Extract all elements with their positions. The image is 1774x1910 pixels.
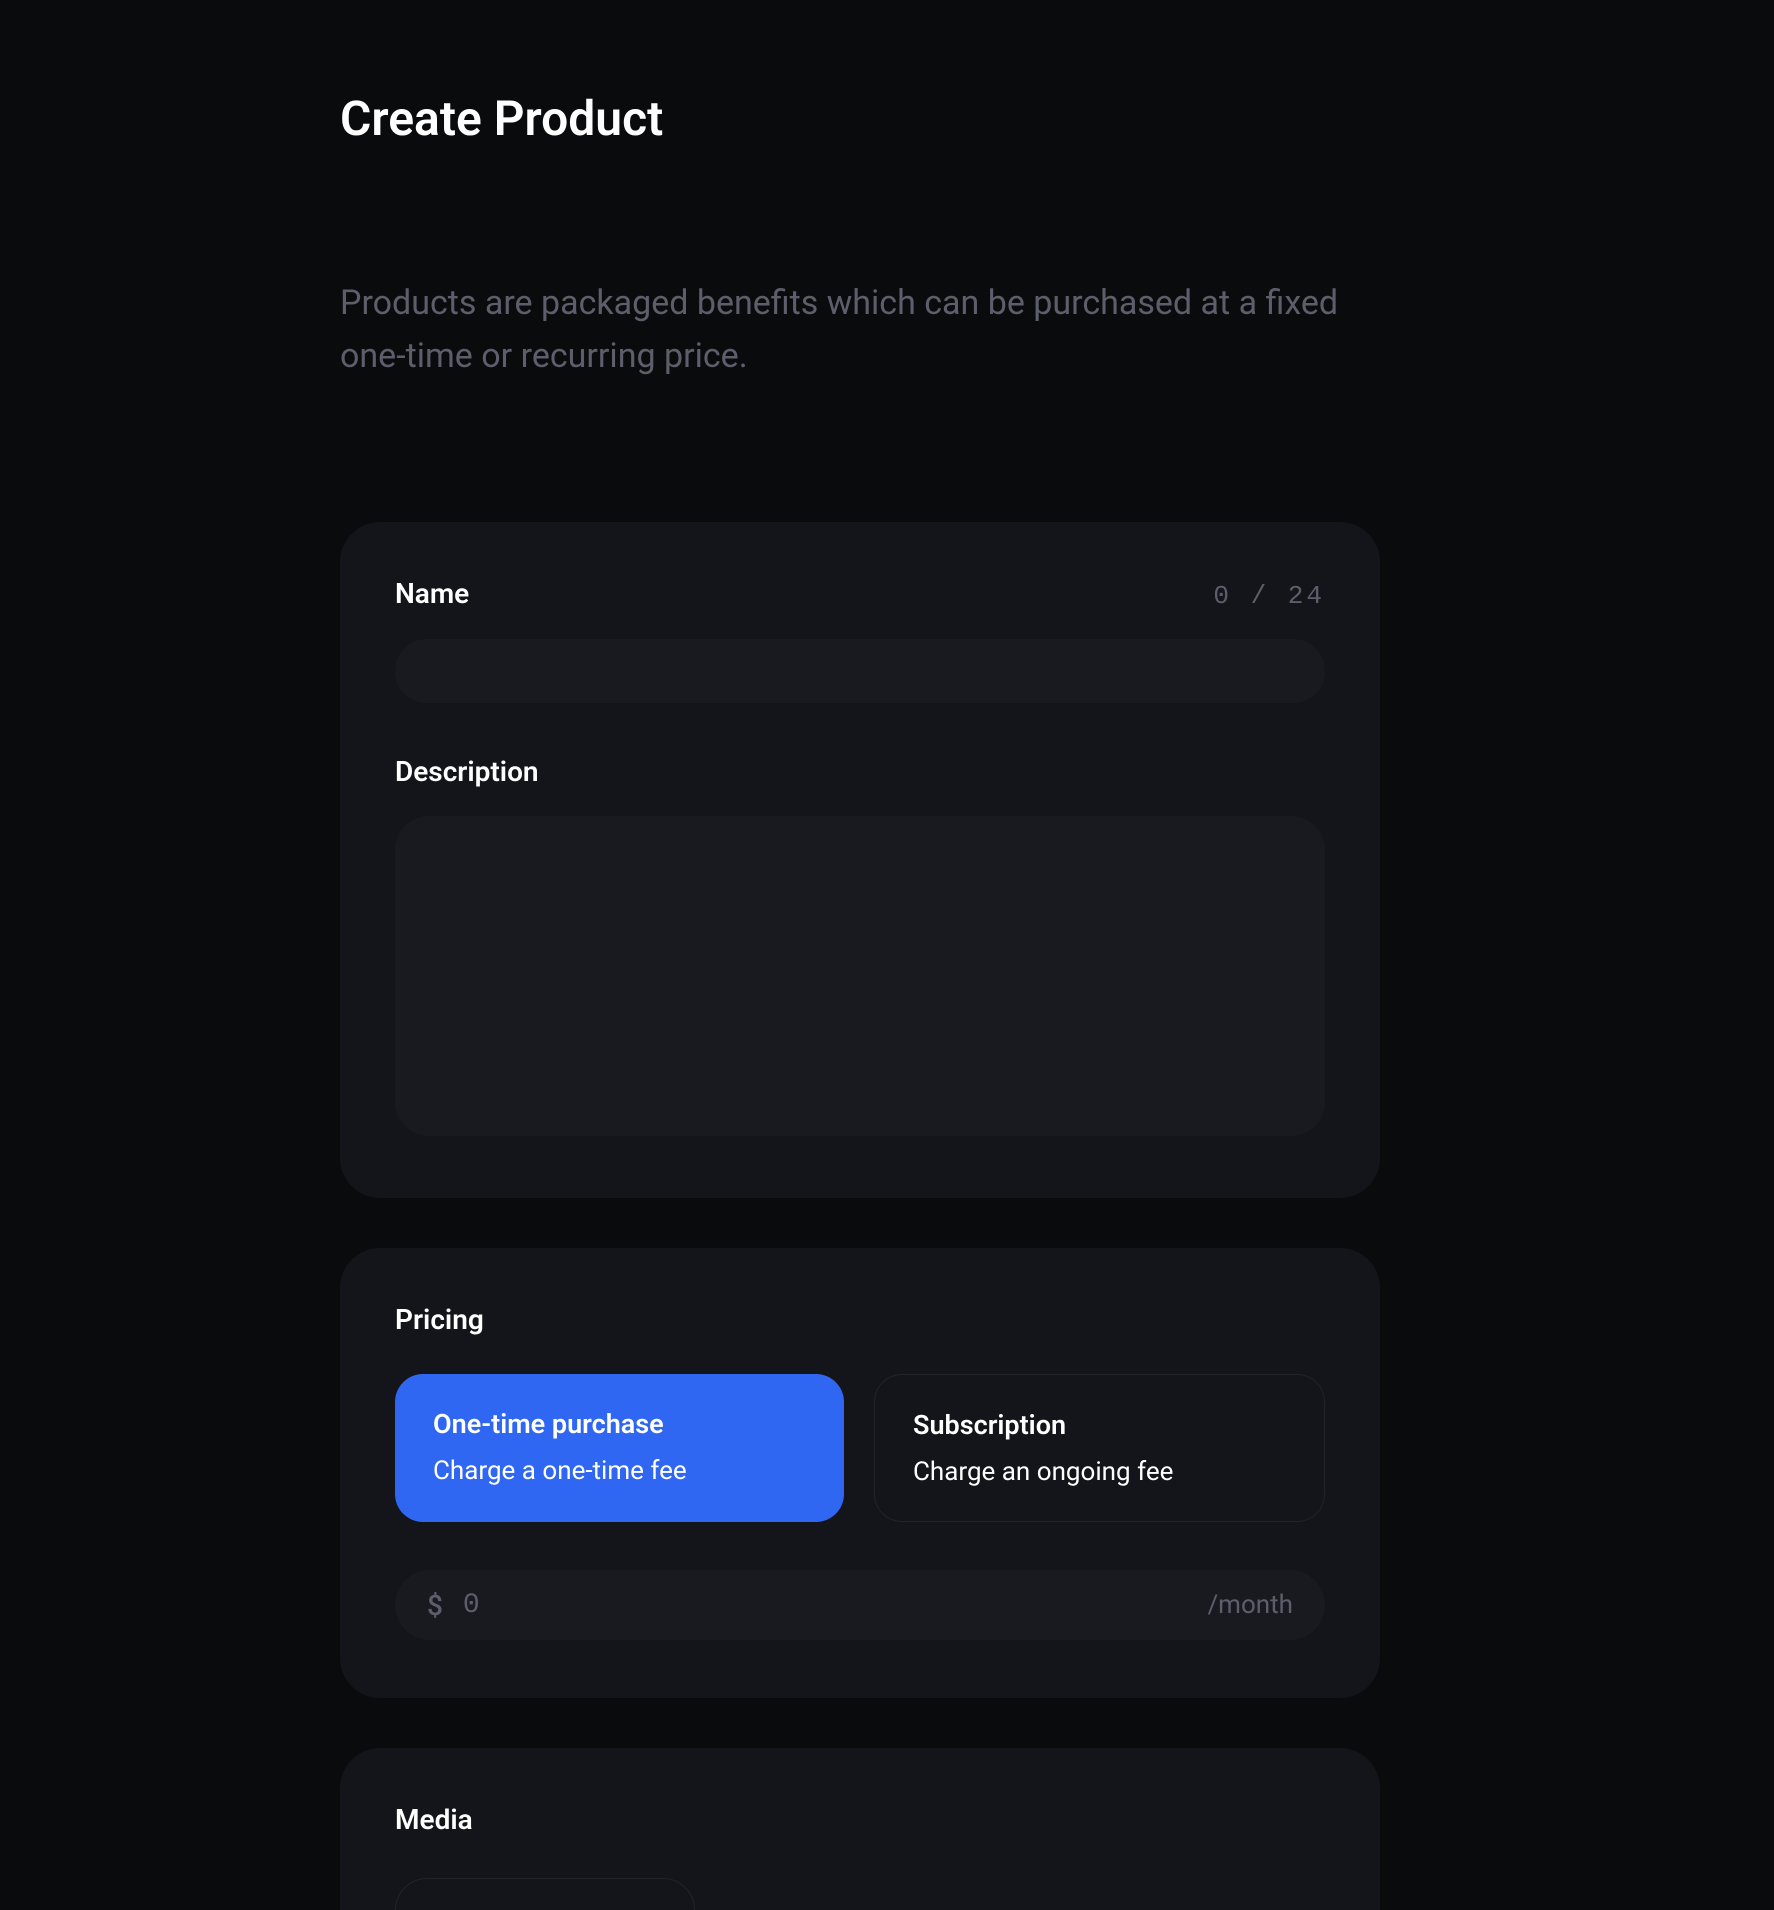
page-subtitle: Products are packaged benefits which can… (340, 277, 1390, 382)
pricing-option-subscription[interactable]: Subscription Charge an ongoing fee (874, 1374, 1325, 1522)
name-field: Name 0 / 24 (395, 577, 1325, 703)
pricing-panel: Pricing One-time purchase Charge a one-t… (340, 1248, 1380, 1698)
price-input-row: $ /month (395, 1570, 1325, 1640)
price-period: /month (1207, 1590, 1293, 1620)
description-input[interactable] (395, 816, 1325, 1136)
pricing-option-title: Subscription (913, 1409, 1286, 1441)
name-char-counter: 0 / 24 (1213, 581, 1325, 611)
pricing-option-desc: Charge an ongoing fee (913, 1457, 1286, 1487)
price-amount-input[interactable] (463, 1590, 1208, 1621)
media-label: Media (395, 1803, 473, 1836)
media-panel: Media Add product media (340, 1748, 1380, 1910)
description-label: Description (395, 755, 539, 788)
media-dropzone[interactable]: Add product media (395, 1878, 695, 1910)
page-title: Create Product (340, 90, 1434, 147)
name-label: Name (395, 577, 469, 610)
basic-info-panel: Name 0 / 24 Description (340, 522, 1380, 1198)
name-input[interactable] (395, 639, 1325, 703)
pricing-option-desc: Charge a one-time fee (433, 1456, 806, 1486)
pricing-label: Pricing (395, 1303, 484, 1336)
currency-symbol: $ (427, 1589, 443, 1622)
pricing-option-title: One-time purchase (433, 1408, 806, 1440)
description-field: Description (395, 755, 1325, 1140)
pricing-option-onetime[interactable]: One-time purchase Charge a one-time fee (395, 1374, 844, 1522)
